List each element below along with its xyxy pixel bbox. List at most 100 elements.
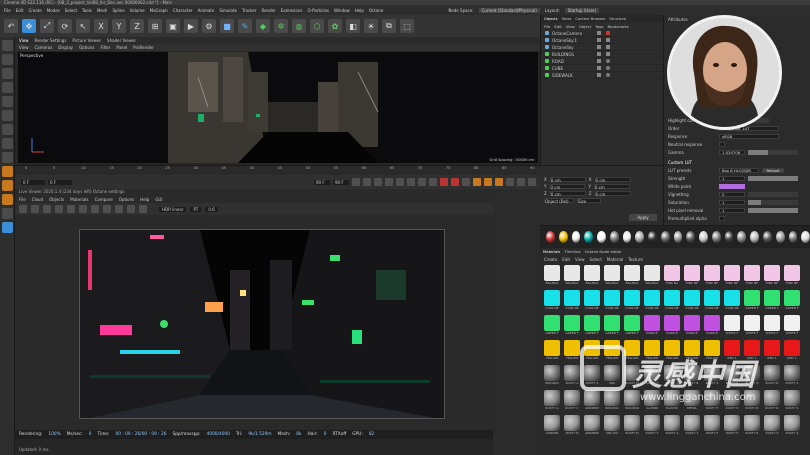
- material-swatch[interactable]: WHITE F: [723, 315, 741, 338]
- material-swatch[interactable]: GREEN F: [763, 290, 781, 313]
- lv-display-mode-select[interactable]: HDR linear: [159, 206, 187, 212]
- end-frame-field[interactable]: 90 F: [314, 179, 330, 185]
- material-preset-icon[interactable]: [609, 231, 619, 243]
- render-region-icon[interactable]: ▣: [166, 19, 180, 33]
- render-settings-icon[interactable]: ⚙: [202, 19, 216, 33]
- menu-modes[interactable]: Modes: [47, 8, 60, 13]
- tab-node-editor[interactable]: Octane Node editor: [585, 249, 622, 254]
- vp-menu-options[interactable]: Options: [79, 45, 94, 50]
- material-swatch[interactable]: RUSTY S: [763, 415, 781, 438]
- tab-timeline[interactable]: Timeline: [564, 249, 580, 254]
- visibility-flag[interactable]: [597, 31, 601, 35]
- menu-animate[interactable]: Animate: [198, 8, 215, 13]
- material-swatch[interactable]: PINK NE: [723, 265, 741, 288]
- light-icon[interactable]: ☀: [364, 19, 378, 33]
- material-swatch[interactable]: GREEN F: [563, 315, 581, 338]
- visibility-flag[interactable]: [597, 52, 601, 56]
- object-row[interactable]: CUBE: [541, 65, 663, 72]
- size-z-field[interactable]: 0 cm: [594, 191, 631, 197]
- material-swatch[interactable]: WHITE F: [783, 315, 801, 338]
- material-swatch[interactable]: BILLBOA: [583, 265, 601, 288]
- material-preset-icon[interactable]: [635, 231, 645, 243]
- tab-view[interactable]: View: [19, 38, 29, 43]
- material-preset-icon[interactable]: [673, 231, 683, 243]
- material-swatch[interactable]: GREEN F: [783, 290, 801, 313]
- edges-mode-icon[interactable]: [2, 96, 13, 107]
- material-preset-icon[interactable]: [711, 231, 721, 243]
- coord-system-icon[interactable]: ⊞: [148, 19, 162, 33]
- goto-start-icon[interactable]: [352, 178, 360, 186]
- material-swatch[interactable]: CYAN NE: [563, 290, 581, 313]
- end-frame-field-2[interactable]: 90 F: [333, 179, 349, 185]
- lock-icon[interactable]: [2, 180, 13, 191]
- material-swatch[interactable]: RUSTY T: [643, 415, 661, 438]
- lv-menu-help[interactable]: Help: [140, 197, 149, 202]
- mm-menu-view[interactable]: View: [575, 257, 585, 262]
- om-menu-edit[interactable]: Edit: [554, 24, 561, 29]
- strength-field[interactable]: 1: [719, 176, 745, 181]
- axis-mode-icon[interactable]: [2, 124, 13, 135]
- polygons-mode-icon[interactable]: [2, 110, 13, 121]
- lv-menu-compare[interactable]: Compare: [95, 197, 113, 202]
- current-frame-field[interactable]: 0 F: [48, 179, 72, 185]
- viewer-settings-icon[interactable]: [2, 208, 13, 219]
- menu-mograph[interactable]: MoGraph: [150, 8, 168, 13]
- layout-select[interactable]: Startup (User): [564, 7, 600, 13]
- material-swatch[interactable]: RUSTY B: [563, 415, 581, 438]
- strength-slider[interactable]: [748, 176, 798, 181]
- menu-octane[interactable]: Octane: [369, 8, 383, 13]
- visibility-flag[interactable]: [597, 66, 601, 70]
- material-swatch[interactable]: GREEN F: [543, 315, 561, 338]
- cube-icon[interactable]: ■: [220, 19, 234, 33]
- material-swatch[interactable]: CYAN NE: [643, 290, 661, 313]
- y-axis-icon[interactable]: Y: [112, 19, 126, 33]
- menu-tools[interactable]: Tools: [82, 8, 92, 13]
- key-param-icon[interactable]: [506, 178, 514, 186]
- pos-y-field[interactable]: 0 cm: [549, 184, 586, 190]
- reload-button[interactable]: Reload: [762, 168, 784, 173]
- tab-materials[interactable]: Materials: [543, 249, 560, 254]
- camera-icon[interactable]: ◧: [346, 19, 360, 33]
- material-preset-icon[interactable]: [788, 231, 798, 243]
- size-x-field[interactable]: 0 cm: [594, 177, 631, 183]
- om-menu-tags[interactable]: Tags: [595, 24, 603, 29]
- material-swatch[interactable]: WOOD01: [543, 365, 561, 388]
- material-swatch[interactable]: CNC PAI: [603, 415, 621, 438]
- vp-menu-prorender[interactable]: ProRender: [133, 45, 154, 50]
- select-icon[interactable]: ↖: [76, 19, 90, 33]
- hot-pixel-field[interactable]: 1: [719, 208, 745, 213]
- mm-menu-material[interactable]: Material: [607, 257, 623, 262]
- material-preset-icon[interactable]: [724, 231, 734, 243]
- goto-end-icon[interactable]: [418, 178, 426, 186]
- lv-pick-focus-icon[interactable]: [91, 205, 99, 213]
- lv-menu-file[interactable]: File: [19, 197, 26, 202]
- material-swatch[interactable]: RUSTY N: [623, 415, 641, 438]
- tag-icon[interactable]: [606, 73, 610, 77]
- menu-simulate[interactable]: Simulate: [219, 8, 237, 13]
- menu-mesh[interactable]: Mesh: [97, 8, 108, 13]
- rendered-image[interactable]: [79, 229, 445, 419]
- material-preset-icon[interactable]: [584, 231, 594, 243]
- lv-stop-icon[interactable]: [55, 205, 63, 213]
- timeline-ruler[interactable]: 0 5 10 15 20 25 30 35 40 45 50 55 60 65 70 75 80 85 90: [15, 165, 540, 175]
- om-menu-file[interactable]: File: [544, 24, 550, 29]
- visibility-flag[interactable]: [597, 59, 601, 63]
- material-swatch[interactable]: CONCRE: [543, 415, 561, 438]
- hot-pixel-slider[interactable]: [748, 208, 798, 213]
- size-y-field[interactable]: 0 cm: [593, 184, 630, 190]
- material-swatch[interactable]: CYAN NE: [603, 290, 621, 313]
- vp-menu-cameras[interactable]: Cameras: [35, 45, 53, 50]
- field-icon[interactable]: ⬡: [310, 19, 324, 33]
- menu-window[interactable]: Window: [334, 8, 350, 13]
- material-preset-icon[interactable]: [699, 231, 708, 243]
- x-axis-icon[interactable]: X: [94, 19, 108, 33]
- vignetting-slider[interactable]: [748, 192, 798, 197]
- om-menu-bookmarks[interactable]: Bookmarks: [608, 24, 629, 29]
- menu-character[interactable]: Character: [173, 8, 193, 13]
- material-swatch[interactable]: ANDREW: [583, 390, 601, 413]
- lv-menu-cloud[interactable]: Cloud: [32, 197, 43, 202]
- material-preset-icon[interactable]: [558, 231, 568, 243]
- material-swatch[interactable]: YELLOW: [563, 340, 581, 363]
- menu-file[interactable]: File: [4, 8, 11, 13]
- material-swatch[interactable]: GREEN F: [743, 290, 761, 313]
